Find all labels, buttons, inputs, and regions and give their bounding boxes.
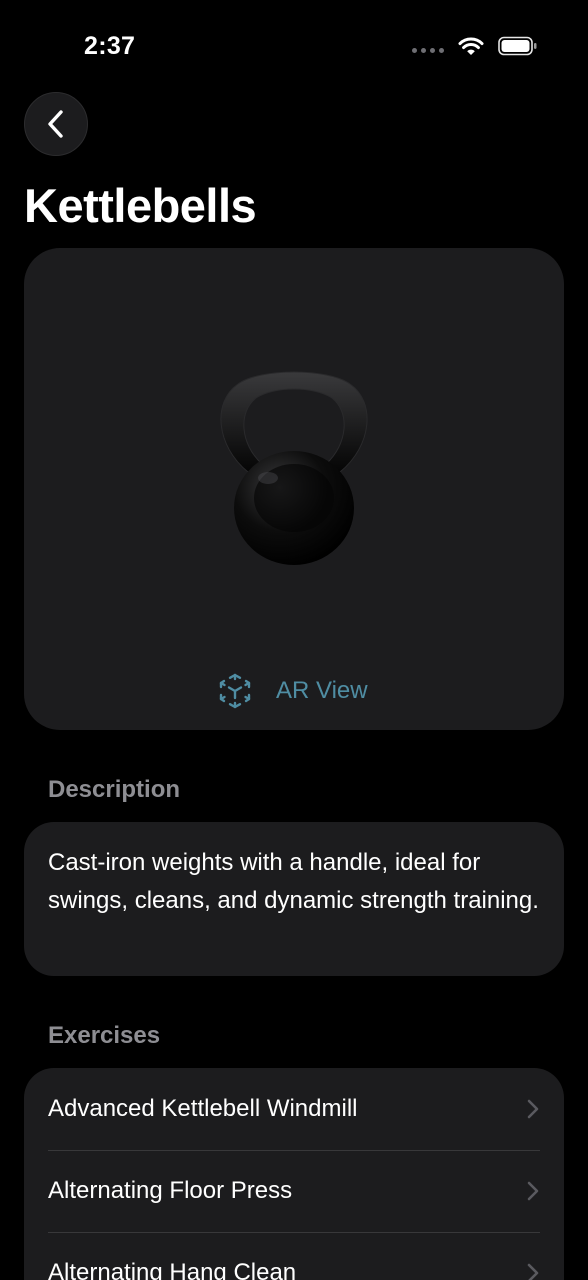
page-title: Kettlebells — [24, 179, 257, 232]
status-bar: 2:37 — [0, 0, 588, 96]
chevron-right-icon — [527, 1263, 539, 1280]
chevron-right-icon — [527, 1099, 539, 1119]
screen: 2:37 Kettlebells AR View Description Cas… — [0, 0, 588, 1280]
chevron-right-icon — [527, 1181, 539, 1201]
kettlebell-image — [220, 371, 368, 565]
description-header: Description — [48, 776, 181, 803]
exercise-label: Alternating Floor Press — [48, 1177, 293, 1204]
status-time: 2:37 — [84, 32, 136, 60]
description-text: Cast-iron weights with a handle, ideal f… — [48, 849, 539, 914]
equipment-preview-card: AR View — [24, 248, 564, 730]
exercise-label: Advanced Kettlebell Windmill — [48, 1095, 358, 1122]
ar-cube-icon — [219, 673, 251, 709]
chevron-left-icon — [48, 110, 63, 138]
cellular-signal-icon — [412, 47, 444, 53]
battery-icon — [498, 36, 537, 56]
exercise-list: Advanced Kettlebell Windmill Alternating… — [24, 1068, 564, 1280]
ar-view-label: AR View — [276, 677, 368, 704]
exercise-row[interactable]: Alternating Floor Press — [24, 1150, 564, 1232]
back-button[interactable] — [24, 92, 88, 156]
status-icons — [412, 36, 538, 56]
exercise-row[interactable]: Advanced Kettlebell Windmill — [24, 1068, 564, 1150]
wifi-icon — [458, 37, 484, 55]
exercise-row[interactable]: Alternating Hang Clean — [24, 1232, 564, 1280]
description-card: Cast-iron weights with a handle, ideal f… — [24, 822, 564, 976]
exercise-label: Alternating Hang Clean — [48, 1259, 297, 1280]
ar-view-button[interactable]: AR View — [216, 672, 368, 710]
exercises-header: Exercises — [48, 1022, 161, 1049]
